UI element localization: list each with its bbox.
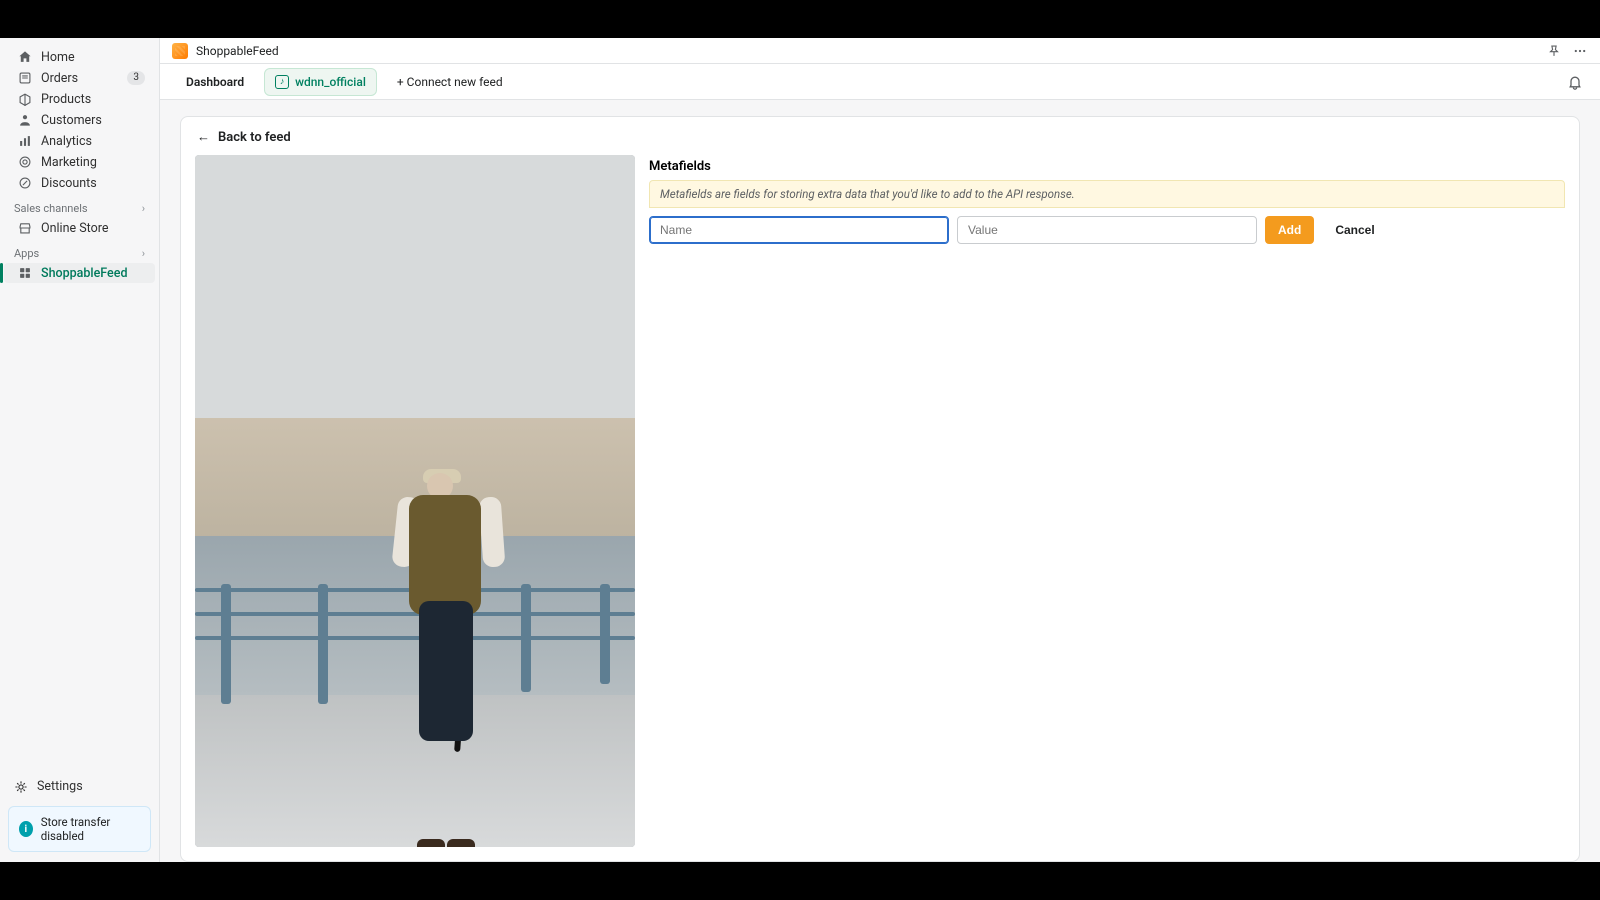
- app-root: Home Orders 3 Products Customers Analyti…: [0, 38, 1600, 862]
- nav-label: Customers: [41, 113, 145, 128]
- titlebar-actions: [1546, 43, 1588, 59]
- nav-label: Home: [41, 50, 145, 65]
- section-apps[interactable]: Apps ›: [0, 239, 159, 262]
- card-body: Metafields Metafields are fields for sto…: [181, 155, 1579, 861]
- primary-nav: Home Orders 3 Products Customers Analyti…: [0, 38, 159, 284]
- tab-dashboard[interactable]: Dashboard: [176, 69, 254, 95]
- metafields-hint: Metafields are fields for storing extra …: [649, 180, 1565, 208]
- section-label: Apps: [14, 247, 39, 260]
- nav-home[interactable]: Home: [4, 47, 155, 67]
- tab-label: Dashboard: [186, 75, 244, 89]
- section-label: Sales channels: [14, 202, 88, 215]
- nav-app-shoppablefeed[interactable]: ShoppableFeed: [4, 263, 155, 283]
- nav-label: Products: [41, 92, 145, 107]
- pin-icon[interactable]: [1546, 43, 1562, 59]
- notifications-icon[interactable]: [1566, 73, 1584, 91]
- nav-label: Discounts: [41, 176, 145, 191]
- nav-products[interactable]: Products: [4, 89, 155, 109]
- cancel-button[interactable]: Cancel: [1322, 216, 1387, 244]
- metafield-value-input[interactable]: [957, 216, 1257, 244]
- embedded-app-titlebar: ShoppableFeed: [160, 38, 1600, 64]
- analytics-icon: [18, 134, 32, 148]
- nav-online-store[interactable]: Online Store: [4, 218, 155, 238]
- app-icon: [18, 266, 32, 280]
- metafield-name-input[interactable]: [649, 216, 949, 244]
- chevron-right-icon: ›: [142, 202, 145, 215]
- gear-icon: [14, 780, 28, 794]
- content-card: ← Back to feed: [180, 116, 1580, 862]
- more-icon[interactable]: [1572, 43, 1588, 59]
- nav-label: ShoppableFeed: [41, 266, 145, 281]
- products-icon: [18, 92, 32, 106]
- tab-connect-new-feed[interactable]: + Connect new feed: [387, 69, 513, 95]
- metafields-panel: Metafields Metafields are fields for sto…: [649, 155, 1565, 847]
- back-label: Back to feed: [218, 130, 291, 145]
- tab-label: wdnn_official: [295, 75, 366, 89]
- tab-label: + Connect new feed: [397, 75, 503, 89]
- metafields-title: Metafields: [649, 155, 1565, 180]
- nav-label: Online Store: [41, 221, 145, 236]
- admin-sidebar: Home Orders 3 Products Customers Analyti…: [0, 38, 160, 862]
- info-icon: i: [19, 821, 33, 837]
- customers-icon: [18, 113, 32, 127]
- nav-settings[interactable]: Settings: [0, 773, 159, 800]
- nav-customers[interactable]: Customers: [4, 110, 155, 130]
- main-column: ShoppableFeed Dashboard ♪ wdnn_official …: [160, 38, 1600, 862]
- tiktok-icon: ♪: [275, 75, 289, 89]
- app-logo: [172, 43, 188, 59]
- orders-icon: [18, 71, 32, 85]
- nav-marketing[interactable]: Marketing: [4, 152, 155, 172]
- store-icon: [18, 221, 32, 235]
- home-icon: [18, 50, 32, 64]
- store-transfer-note: i Store transfer disabled: [8, 806, 151, 852]
- nav-label: Marketing: [41, 155, 145, 170]
- app-title: ShoppableFeed: [196, 44, 279, 58]
- chevron-right-icon: ›: [142, 247, 145, 260]
- nav-label: Orders: [41, 71, 118, 86]
- app-tabsbar: Dashboard ♪ wdnn_official + Connect new …: [160, 64, 1600, 100]
- marketing-icon: [18, 155, 32, 169]
- nav-orders[interactable]: Orders 3: [4, 68, 155, 88]
- transfer-note-text: Store transfer disabled: [41, 815, 140, 843]
- discounts-icon: [18, 176, 32, 190]
- arrow-left-icon: ←: [197, 129, 210, 145]
- sidebar-spacer: [0, 284, 159, 773]
- back-to-feed[interactable]: ← Back to feed: [181, 117, 1579, 155]
- section-sales-channels[interactable]: Sales channels ›: [0, 194, 159, 217]
- settings-label: Settings: [37, 779, 83, 794]
- tab-feed-active[interactable]: ♪ wdnn_official: [264, 68, 377, 96]
- app-body: ← Back to feed: [160, 100, 1600, 862]
- feed-media-preview: [195, 155, 635, 847]
- letterbox-bottom: [0, 862, 1600, 900]
- letterbox-top: [0, 0, 1600, 38]
- nav-label: Analytics: [41, 134, 145, 149]
- nav-analytics[interactable]: Analytics: [4, 131, 155, 151]
- nav-discounts[interactable]: Discounts: [4, 173, 155, 193]
- metafield-input-row: Add Cancel: [649, 216, 1565, 244]
- add-button[interactable]: Add: [1265, 216, 1314, 244]
- orders-badge: 3: [127, 71, 145, 85]
